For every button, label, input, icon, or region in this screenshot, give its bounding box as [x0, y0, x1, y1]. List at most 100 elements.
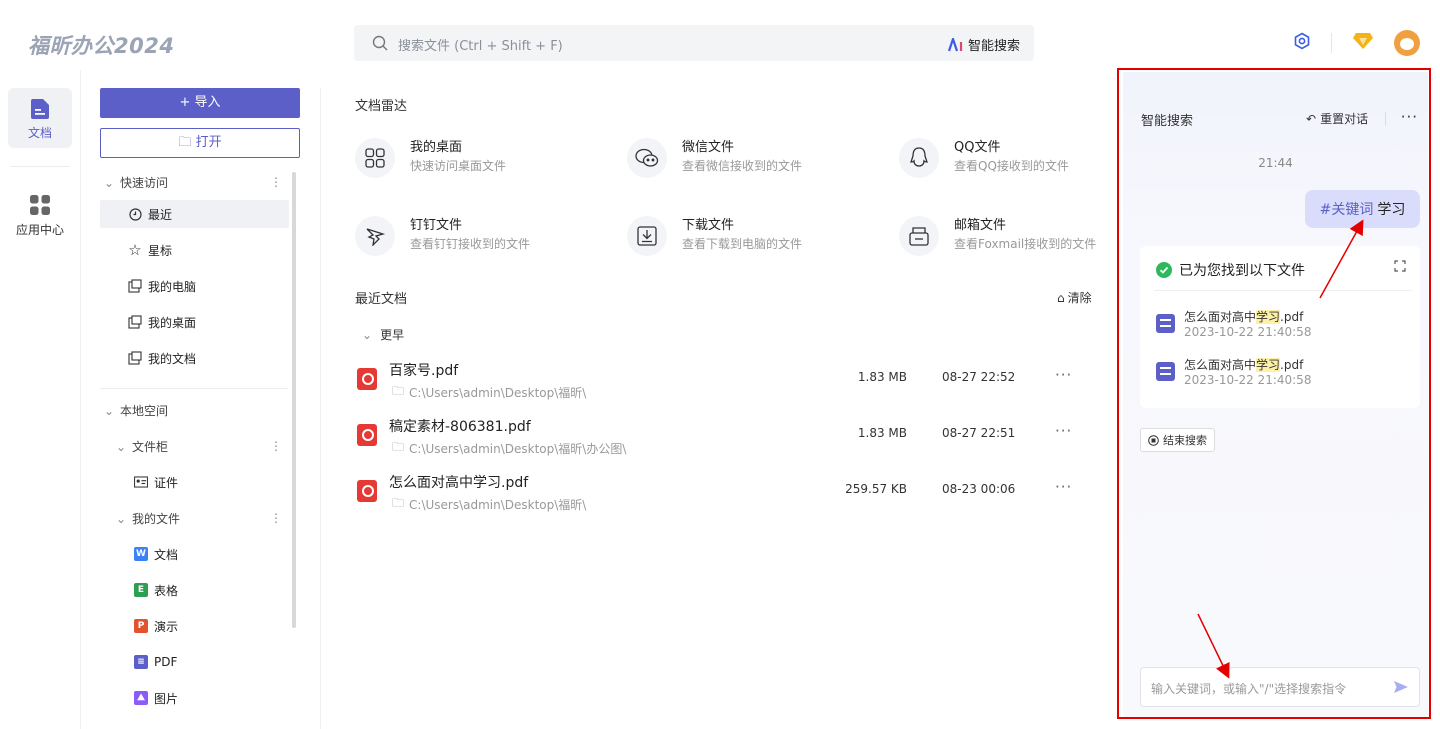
chat-input[interactable]: 输入关键词，或输入"/"选择搜索指令 — [1140, 667, 1420, 707]
radar-item-subtitle: 查看钉钉接收到的文件 — [410, 237, 531, 251]
stop-icon — [1148, 434, 1159, 446]
sidebar-item-docs[interactable]: W 文档 — [100, 540, 289, 568]
top-icons — [1293, 30, 1420, 56]
end-search-button[interactable]: 结束搜索 — [1140, 428, 1215, 452]
folder-icon: 🗀 — [392, 496, 405, 510]
chevron-down-icon: ⌄ — [116, 440, 127, 454]
sidebar-item-my-documents[interactable]: 我的文档 — [100, 344, 289, 372]
nav-documents[interactable]: 文档 — [8, 88, 72, 148]
chat-input-placeholder: 输入关键词，或输入"/"选择搜索指令 — [1151, 682, 1347, 696]
more-icon[interactable]: ··· — [1055, 422, 1072, 440]
pdf-file-icon — [357, 480, 377, 502]
radar-item-title: 下载文件 — [682, 218, 735, 233]
reset-conversation-button[interactable]: ↶ 重置对话 — [1306, 110, 1368, 127]
dingtalk-icon — [355, 216, 395, 256]
radar-dingtalk[interactable]: 钉钉文件查看钉钉接收到的文件 — [355, 214, 605, 258]
radar-item-subtitle: 快速访问桌面文件 — [410, 159, 507, 173]
more-icon[interactable]: ⋮ — [270, 439, 282, 453]
more-icon[interactable]: ··· — [1055, 478, 1072, 496]
sidebar-item-label: 我的桌面 — [148, 315, 197, 330]
send-icon[interactable] — [1393, 679, 1409, 699]
id-card-icon — [134, 475, 148, 489]
sidebar-item-id-card[interactable]: 证件 — [100, 468, 289, 496]
pdf-icon: ≡ — [134, 655, 148, 669]
ai-search-button[interactable]: 智能搜索 — [947, 35, 1020, 54]
file-path: 🗀 C:\Users\admin\Desktop\福昕\ — [392, 382, 586, 403]
file-size: 259.57 KB — [845, 482, 907, 496]
section-quick-access[interactable]: ⌄ 快速访问 — [104, 174, 168, 191]
radar-my-desktop[interactable]: 我的桌面快速访问桌面文件 — [355, 136, 605, 180]
wechat-icon — [627, 138, 667, 178]
shortcut-icon — [128, 351, 142, 365]
ai-icon — [947, 37, 963, 51]
sidebar-item-my-computer[interactable]: 我的电脑 — [100, 272, 289, 300]
nav-divider — [10, 166, 70, 167]
chevron-down-icon: ⌄ — [116, 512, 127, 526]
sidebar-item-images[interactable]: ⛰ 图片 — [100, 684, 289, 712]
result-header: 已为您找到以下文件 — [1156, 260, 1305, 280]
more-icon[interactable]: ⋮ — [270, 175, 282, 189]
star-icon: ☆ — [128, 241, 142, 259]
import-button[interactable]: + 导入 — [100, 88, 300, 118]
search-bar[interactable]: 搜索文件 (Ctrl + Shift + F) 智能搜索 — [354, 25, 1034, 61]
group-earlier[interactable]: ⌄ 更早 — [362, 326, 404, 343]
file-row[interactable]: 稿定素材-806381.pdf 🗀 C:\Users\admin\Desktop\… — [355, 414, 1100, 458]
divider — [100, 388, 288, 389]
clear-button[interactable]: ⌂ 清除 — [1057, 289, 1092, 306]
result-name: 怎么面对高中学习.pdf — [1184, 356, 1303, 373]
sidebar-item-starred[interactable]: ☆ 星标 — [100, 236, 289, 264]
shortcut-icon — [128, 315, 142, 329]
broom-icon: ⌂ — [1057, 290, 1065, 305]
section-local-space[interactable]: ⌄ 本地空间 — [104, 402, 168, 419]
divider — [320, 88, 321, 729]
radar-item-title: 钉钉文件 — [410, 218, 463, 233]
radar-wechat[interactable]: 微信文件 查看微信接收到的文件 — [627, 136, 877, 180]
vip-diamond-icon[interactable] — [1352, 32, 1374, 54]
user-avatar[interactable] — [1394, 30, 1420, 56]
panel-title: 智能搜索 — [1141, 114, 1194, 129]
more-icon[interactable]: ··· — [1401, 108, 1418, 126]
radar-qq[interactable]: QQ文件 查看QQ接收到的文件 — [899, 136, 1149, 180]
reset-label: 重置对话 — [1320, 112, 1369, 126]
query-text: 学习 — [1377, 202, 1406, 218]
section-label: 快速访问 — [120, 176, 169, 190]
file-size: 1.83 MB — [857, 426, 907, 440]
sidebar-item-slides[interactable]: P 演示 — [100, 612, 289, 640]
radar-downloads[interactable]: 下载文件 查看下载到电脑的文件 — [627, 214, 877, 258]
result-item[interactable]: 怎么面对高中学习.pdf 2023-10-22 21:40:58 — [1156, 356, 1406, 390]
file-row[interactable]: 百家号.pdf 🗀 C:\Users\admin\Desktop\福昕\ 1.83… — [355, 358, 1100, 402]
open-button[interactable]: 🗀 打开 — [100, 128, 300, 158]
sidebar-item-label: PDF — [154, 655, 178, 669]
radar-item-title: 我的桌面 — [410, 140, 463, 155]
sidebar-item-label: 最近 — [148, 207, 173, 222]
settings-icon[interactable] — [1293, 32, 1311, 54]
pdf-file-icon — [357, 424, 377, 446]
result-name-part: 怎么面对高中 — [1184, 310, 1257, 324]
result-item[interactable]: 怎么面对高中学习.pdf 2023-10-22 21:40:58 — [1156, 308, 1406, 342]
more-icon[interactable]: ⋮ — [270, 511, 282, 525]
radar-item-title: 邮箱文件 — [954, 218, 1007, 233]
folder-icon: 🗀 — [392, 384, 405, 398]
file-row[interactable]: 怎么面对高中学习.pdf 🗀 C:\Users\admin\Desktop\福昕\… — [355, 470, 1100, 514]
radar-item-title: QQ文件 — [954, 140, 1001, 155]
radar-mail[interactable]: 邮箱文件 查看Foxmail接收到的文件 — [899, 214, 1149, 258]
result-name-part: 怎么面对高中 — [1184, 358, 1257, 372]
result-time: 2023-10-22 21:40:58 — [1184, 325, 1312, 339]
section-my-files[interactable]: ⌄ 我的文件 — [116, 510, 180, 527]
ai-search-label: 智能搜索 — [967, 39, 1020, 54]
nav-app-center[interactable]: 应用中心 — [8, 185, 72, 245]
more-icon[interactable]: ··· — [1055, 366, 1072, 384]
download-icon — [627, 216, 667, 256]
sidebar-item-my-desktop[interactable]: 我的桌面 — [100, 308, 289, 336]
shortcut-icon — [128, 279, 142, 293]
sidebar-item-label: 图片 — [154, 691, 179, 706]
expand-icon[interactable] — [1394, 260, 1406, 276]
section-label: 本地空间 — [120, 404, 169, 418]
radar-item-title: 微信文件 — [682, 140, 735, 155]
sidebar-item-sheets[interactable]: E 表格 — [100, 576, 289, 604]
section-cabinet[interactable]: ⌄ 文件柜 — [116, 438, 168, 455]
highlight-keyword: 学习 — [1256, 310, 1281, 324]
sidebar-item-pdf[interactable]: ≡ PDF — [100, 648, 289, 676]
sidebar-item-recent[interactable]: 最近 — [100, 200, 289, 228]
sidebar-scrollbar[interactable] — [292, 172, 296, 628]
